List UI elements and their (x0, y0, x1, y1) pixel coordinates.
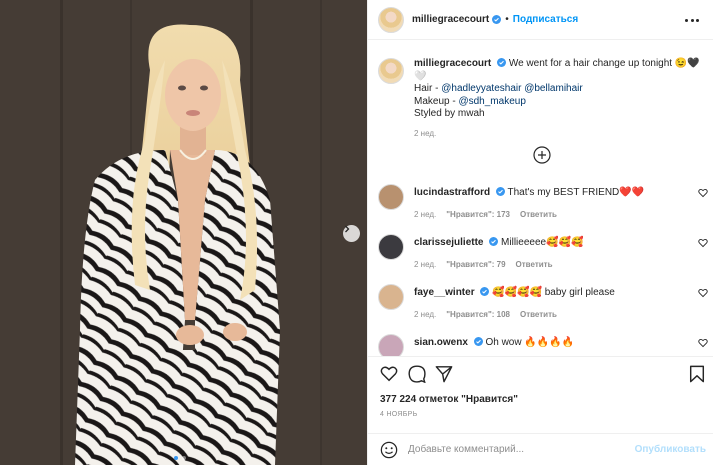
comment-likes[interactable]: "Нравится": 108 (446, 310, 510, 319)
post-photo[interactable] (0, 0, 367, 465)
comment-time[interactable]: 2 нед. (414, 260, 436, 269)
post-panel: milliegracecourt • Подписаться milliegra… (367, 0, 713, 465)
plus-circle-icon[interactable] (533, 146, 551, 164)
comment-text: Millieeeee🥰🥰🥰 (501, 237, 584, 248)
comment-username[interactable]: clarissejuliette (414, 237, 483, 248)
instagram-post-modal: milliegracecourt • Подписаться milliegra… (0, 0, 713, 465)
comment-likes[interactable]: "Нравится": 79 (446, 260, 505, 269)
comment-item: lucindastrafford That's my BEST FRIEND❤️… (378, 184, 708, 219)
caption-avatar[interactable] (378, 58, 404, 84)
post-header: milliegracecourt • Подписаться (368, 0, 713, 40)
comment-text: Oh wow 🔥🔥🔥🔥 (485, 337, 575, 348)
verified-icon (492, 15, 502, 24)
comment-username[interactable]: lucindastrafford (414, 187, 490, 198)
hair-tag-1[interactable]: @hadleyyateshair (441, 83, 521, 94)
comment-input[interactable] (408, 444, 608, 455)
comment-avatar[interactable] (378, 284, 404, 310)
comment-text: That's my BEST FRIEND❤️❤️ (507, 187, 645, 198)
likes-count[interactable]: 377 224 отметок "Нравится" (380, 394, 518, 405)
heart-icon[interactable] (380, 365, 398, 383)
caption-time[interactable]: 2 нед. (414, 129, 703, 138)
verified-icon (495, 187, 505, 196)
caption-username[interactable]: milliegracecourt (414, 58, 491, 69)
comment-username[interactable]: sian.owenx (414, 337, 468, 348)
caption-styled: Styled by mwah (414, 108, 485, 119)
author-avatar[interactable] (378, 6, 404, 33)
verified-icon (489, 237, 499, 246)
publish-button[interactable]: Опубликовать (635, 444, 706, 455)
more-options-icon[interactable] (685, 13, 699, 27)
emoji-icon[interactable] (380, 441, 398, 459)
carousel-dots (174, 456, 186, 460)
caption-hair-label: Hair - (414, 83, 439, 94)
heart-icon[interactable] (698, 288, 708, 298)
follow-button[interactable]: Подписаться (513, 14, 578, 25)
comment-text: 🥰🥰🥰🥰 baby girl please (492, 287, 615, 298)
author-username[interactable]: milliegracecourt (412, 14, 489, 25)
comment-username[interactable]: faye__winter (414, 287, 475, 298)
caption-makeup-label: Makeup - (414, 95, 456, 107)
hair-tag-2[interactable]: @bellamihair (524, 83, 583, 94)
chevron-right-icon (345, 225, 350, 233)
comment-reply[interactable]: Ответить (520, 210, 557, 219)
heart-icon[interactable] (698, 188, 708, 198)
comment-item: faye__winter 🥰🥰🥰🥰 baby girl please 2 нед… (378, 284, 708, 319)
next-photo-button[interactable] (343, 225, 360, 242)
carousel-dot (182, 456, 186, 460)
comment-item: clarissejuliette Millieeeee🥰🥰🥰 2 нед. "Н… (378, 234, 708, 269)
comment-likes[interactable]: "Нравится": 173 (446, 210, 510, 219)
heart-icon[interactable] (698, 338, 708, 348)
comment-avatar[interactable] (378, 184, 404, 210)
carousel-dot-active (174, 456, 178, 460)
comment-avatar[interactable] (378, 234, 404, 260)
header-bullet: • (505, 14, 509, 25)
heart-icon[interactable] (698, 238, 708, 248)
photo-illustration (0, 0, 367, 465)
makeup-tag[interactable]: @sdh_makeup (458, 96, 525, 107)
share-icon[interactable] (435, 365, 453, 383)
verified-icon (480, 287, 490, 296)
post-caption: milliegracecourt We went for a hair chan… (378, 58, 703, 138)
add-comment-bar: Опубликовать (368, 433, 713, 465)
comment-time[interactable]: 2 нед. (414, 310, 436, 319)
verified-icon (497, 58, 507, 67)
bookmark-icon[interactable] (688, 365, 706, 383)
comment-icon[interactable] (408, 365, 426, 383)
verified-icon (473, 337, 483, 346)
comment-reply[interactable]: Ответить (516, 260, 553, 269)
post-date[interactable]: 4 НОЯБРЬ (380, 411, 418, 418)
comment-reply[interactable]: Ответить (520, 310, 557, 319)
comment-time[interactable]: 2 нед. (414, 210, 436, 219)
comment-item: sian.owenx Oh wow 🔥🔥🔥🔥 (378, 334, 708, 360)
